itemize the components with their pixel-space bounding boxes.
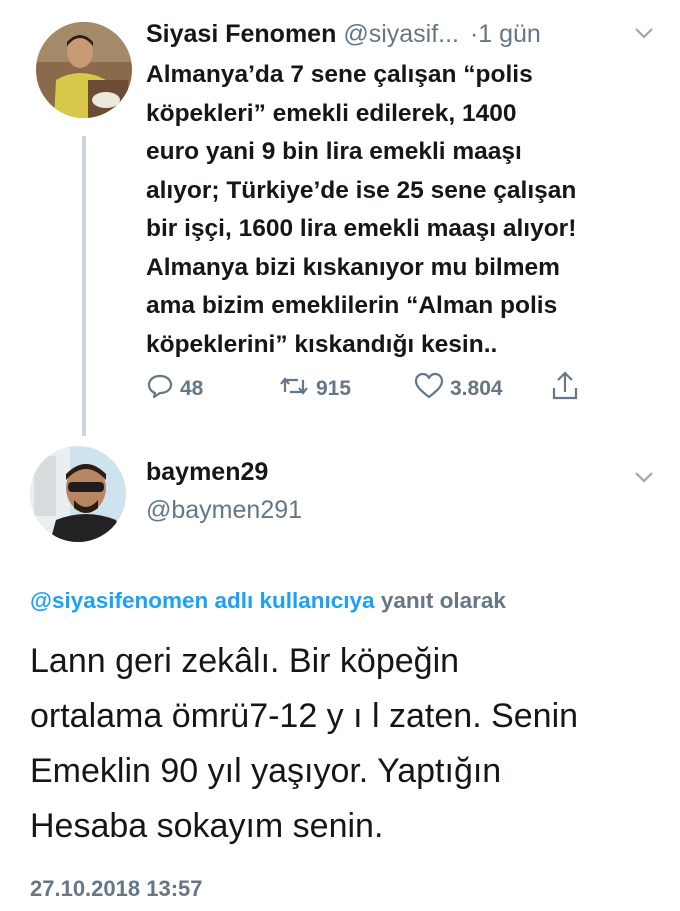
tweet-line: Almanya’da 7 sene çalışan “polis — [146, 61, 533, 88]
retweet-icon — [278, 372, 316, 406]
mention-link[interactable]: @siyasifenomen adlı kullanıcıya — [30, 588, 375, 613]
reply-count: 48 — [180, 377, 204, 400]
original-tweet-text: Almanya’da 7 sene çalışan “polis köpekle… — [146, 56, 666, 364]
reply-line: Hesaba sokayım senin. — [30, 807, 384, 845]
reply-display-name[interactable]: baymen29 — [146, 458, 268, 487]
replying-to-line: @siyasifenomen adlı kullanıcıya yanıt ol… — [30, 588, 506, 614]
reply-tweet-text: Lann geri zekâlı. Bir köpeğin ortalama ö… — [30, 634, 670, 854]
chevron-down-icon[interactable] — [634, 470, 654, 489]
tweet-timestamp: 27.10.2018 13:57 — [30, 876, 203, 901]
reply-user-handle[interactable]: @baymen291 — [146, 496, 302, 525]
siyasi-fenomen-avatar[interactable] — [36, 22, 132, 118]
tweet-line: bir işçi, 1600 lira emekli maaşı alıyor! — [146, 215, 577, 242]
share-icon — [550, 370, 586, 408]
original-tweet-header: Siyasi Fenomen @siyasif... ·1 gün — [146, 20, 541, 49]
reply-button[interactable]: 48 — [146, 372, 203, 406]
tweet-line: alıyor; Türkiye’de ise 25 sene çalışan — [146, 176, 577, 204]
tweet-line: köpeklerini” kıskandığı kesin.. — [146, 330, 498, 358]
like-count: 3.804 — [450, 377, 503, 400]
reply-line: Lann geri zekâlı. Bir köpeğin — [30, 642, 460, 680]
baymen29-avatar[interactable] — [30, 446, 126, 542]
heart-icon — [414, 372, 450, 406]
tweet-time[interactable]: ·1 gün — [470, 20, 541, 48]
chevron-down-icon[interactable] — [634, 26, 654, 45]
tweet-line: ama bizim emeklilerin “Alman polis — [146, 292, 558, 319]
tweet-line: köpekleri” emekli edilerek, 1400 — [146, 99, 517, 127]
retweet-count: 915 — [316, 377, 352, 400]
thread-connector-line — [82, 136, 86, 436]
like-button[interactable]: 3.804 — [414, 372, 503, 406]
user-handle[interactable]: @siyasif... — [343, 20, 459, 48]
reply-line: ortalama ömrü7-12 y ı l zaten. Senin — [30, 697, 579, 735]
reply-icon — [146, 372, 180, 406]
share-button[interactable] — [550, 370, 586, 408]
tweet-line: Almanya bizi kıskanıyor mu bilmem — [146, 253, 560, 281]
reply-line: Emeklin 90 yıl yaşıyor. Yaptığın — [30, 752, 502, 790]
display-name[interactable]: Siyasi Fenomen — [146, 20, 336, 48]
retweet-button[interactable]: 915 — [278, 372, 351, 406]
tweet-line: euro yani 9 bin lira emekli maaşı — [146, 138, 522, 165]
replying-to-suffix: yanıt olarak — [380, 588, 506, 613]
